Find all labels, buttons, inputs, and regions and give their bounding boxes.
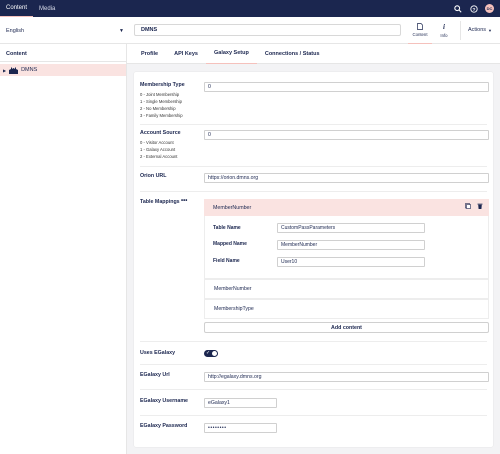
egalaxy-username-row: EGalaxy Username eGalaxy1 [140,398,487,410]
mapping-item-fields: Table Name CustomPassParameters Mapped N… [204,216,489,279]
galaxy-setup-panel: Membership Type 0 - Joint Membership 1 -… [134,72,493,447]
tab-connections-status[interactable]: Connections / Status [257,44,328,64]
orion-url-row: Orion URL https://orion.dmns.org [140,173,489,187]
divider [140,341,487,342]
app-content[interactable]: Content [408,17,432,44]
mapped-name-input[interactable]: MemberNumber [277,240,425,250]
language-select[interactable]: English ▼ [4,25,126,36]
table-mappings-row: Table Mappings ••• MemberNumber Table Na… [140,198,489,339]
building-icon [9,67,19,74]
add-content-button[interactable]: Add content [204,322,489,333]
help-line: 0 - Visitor Account [140,140,174,145]
node-name-input[interactable]: DMNS [134,24,401,36]
content-tree-sidebar: Content ▶ DMNS [0,44,127,454]
svg-text:?: ? [472,6,475,12]
account-source-label: Account Source [140,130,181,136]
help-icon[interactable]: ? [469,4,478,13]
section-tab-content[interactable]: Content [0,0,34,17]
egalaxy-username-input[interactable]: eGalaxy1 [204,398,277,408]
table-mappings-editor: MemberNumber Table Name CustomPassParame… [204,199,489,333]
egalaxy-username-label: EGalaxy Username [140,398,188,404]
editor-main: Profile API Keys Galaxy Setup Connection… [127,44,500,454]
field-name-label: Field Name [213,258,240,264]
info-icon: i [443,23,445,31]
copy-icon[interactable] [465,203,471,209]
uses-egalaxy-toggle[interactable]: ✓ [204,350,218,357]
search-icon[interactable] [453,4,462,13]
section-tab-media[interactable]: Media [33,0,61,17]
trash-icon[interactable] [477,203,483,209]
more-options-icon[interactable]: ••• [181,198,187,204]
account-source-help: 0 - Visitor Account 1 - Galaxy Account 2… [140,139,177,160]
membership-type-help: 0 - Joint Membership 1 - Single Membersh… [140,91,183,119]
help-line: 1 - Single Membership [140,99,182,104]
top-bar: Content Media ? DC [0,0,500,17]
egalaxy-password-label: EGalaxy Password [140,423,188,429]
mapping-item-header[interactable]: MemberNumber [204,199,489,216]
divider [140,364,487,365]
app-content-label: Content [412,32,428,37]
actions-label: Actions [467,27,487,33]
divider [140,166,487,167]
egalaxy-url-label: EGalaxy Url [140,372,170,378]
table-mappings-label: Table Mappings [140,199,180,205]
egalaxy-password-input[interactable]: •••••••• [204,423,277,433]
help-line: 3 - Family Membership [140,113,183,118]
app-switcher: Content i Info [408,17,456,44]
membership-type-input[interactable]: 0 [204,82,489,92]
document-icon [417,23,423,30]
avatar[interactable]: DC [485,4,494,13]
field-name-input[interactable]: User10 [277,257,425,267]
tab-api-keys[interactable]: API Keys [166,44,206,64]
mapping-item[interactable]: MembershipType [204,299,489,319]
mapping-item-title: MemberNumber [213,204,252,211]
help-line: 2 - No Membership [140,106,176,111]
egalaxy-password-row: EGalaxy Password •••••••• [140,423,487,435]
caret-down-icon: ▼ [119,27,124,34]
table-name-input[interactable]: CustomPassParameters [277,223,425,233]
table-name-label: Table Name [213,225,241,231]
help-line: 1 - Galaxy Account [140,147,176,152]
actions-button[interactable]: Actions ▼ [468,27,492,33]
divider [140,191,487,192]
toggle-knob [212,351,217,356]
tree-item-label: DMNS [21,67,38,73]
sidebar-title: Content [0,44,126,62]
check-icon: ✓ [206,350,211,356]
orion-url-label: Orion URL [140,173,167,179]
language-value: English [6,27,25,34]
help-line: 2 - External Account [140,154,178,159]
mapping-item[interactable]: MemberNumber [204,279,489,299]
tab-profile[interactable]: Profile [133,44,166,64]
app-info[interactable]: i Info [432,17,456,44]
account-source-row: Account Source 0 - Visitor Account 1 - G… [140,130,489,162]
uses-egalaxy-row: Uses EGalaxy ✓ [140,350,487,360]
expand-arrow-icon[interactable]: ▶ [3,68,6,73]
tab-galaxy-setup[interactable]: Galaxy Setup [205,44,257,64]
tree-item-dmns[interactable]: ▶ DMNS [0,64,126,76]
caret-down-icon: ▼ [488,27,492,33]
divider [140,415,487,416]
mapped-name-label: Mapped Name [213,241,247,247]
membership-type-label: Membership Type [140,82,185,88]
divider [140,389,487,390]
egalaxy-url-row: EGalaxy Url http://egalaxy.dmns.org [140,372,489,384]
content-tabs: Profile API Keys Galaxy Setup Connection… [127,44,500,64]
membership-type-row: Membership Type 0 - Joint Membership 1 -… [140,82,489,122]
help-line: 0 - Joint Membership [140,92,180,97]
orion-url-input[interactable]: https://orion.dmns.org [204,173,489,183]
editor-header: English ▼ DMNS Content i Info Actions ▼ [0,17,500,44]
app-info-label: Info [440,33,448,38]
account-source-input[interactable]: 0 [204,130,489,140]
divider [140,124,487,125]
uses-egalaxy-label: Uses EGalaxy [140,350,176,356]
header-divider [460,21,461,40]
egalaxy-url-input[interactable]: http://egalaxy.dmns.org [204,372,489,382]
